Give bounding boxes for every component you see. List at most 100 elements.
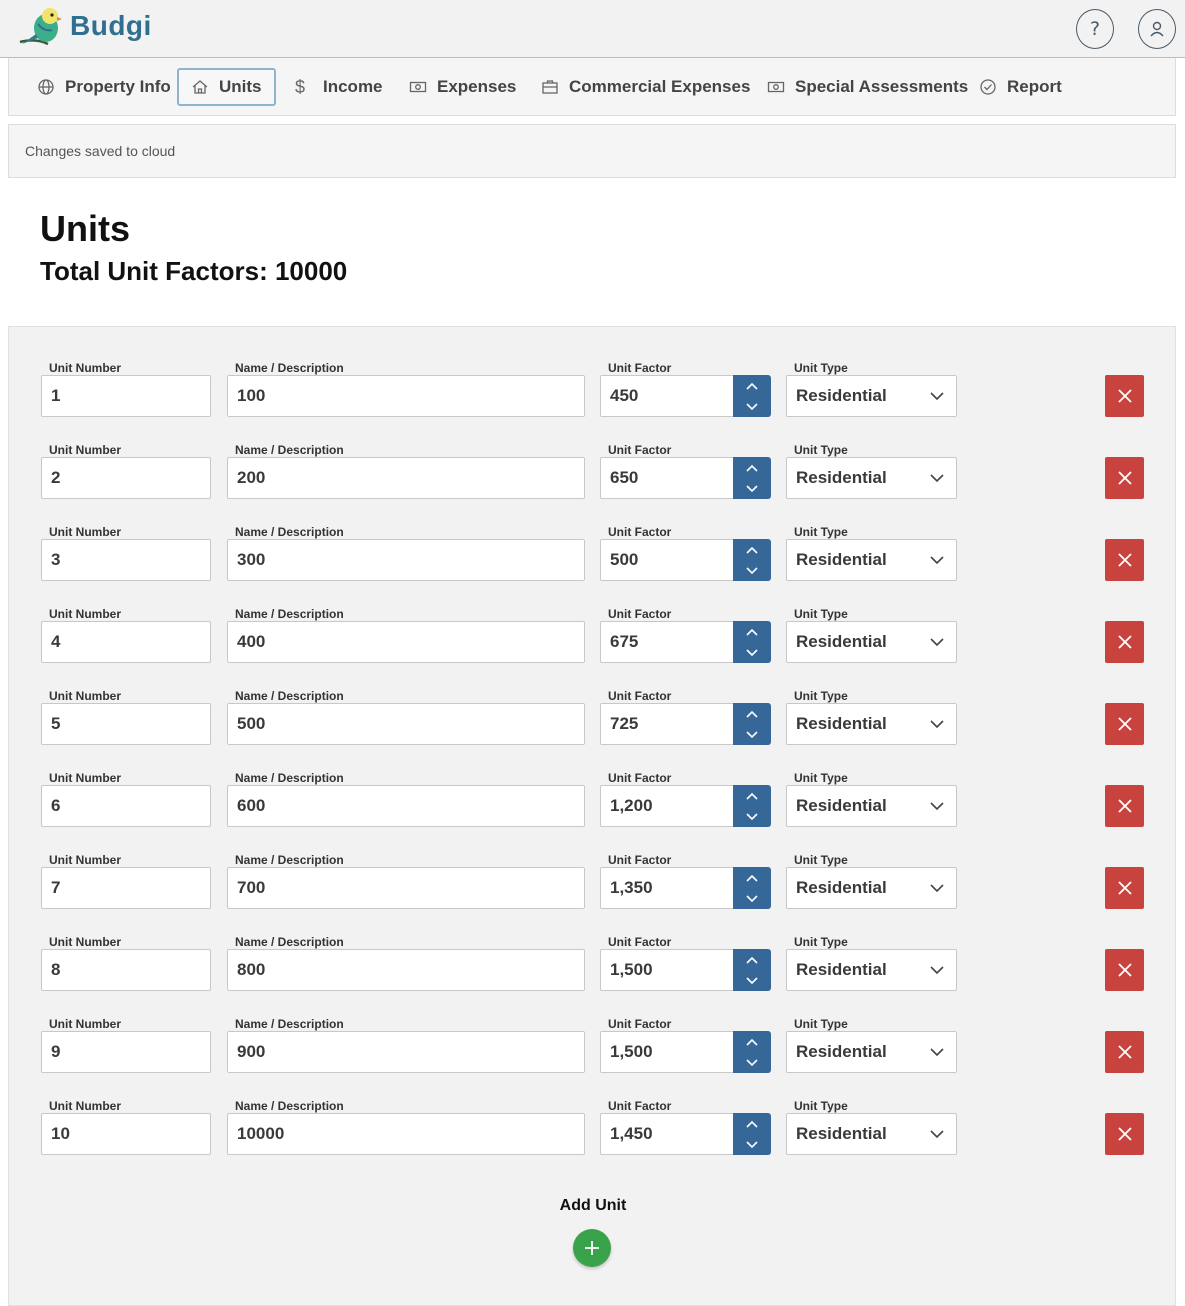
unit-factor-label: Unit Factor: [608, 853, 672, 867]
unit-factor-input[interactable]: 1,450: [600, 1113, 734, 1155]
delete-unit-button[interactable]: [1105, 457, 1144, 499]
increment-button[interactable]: [733, 868, 771, 888]
decrement-button[interactable]: [733, 889, 771, 909]
increment-button[interactable]: [733, 1114, 771, 1134]
unit-number-label: Unit Number: [49, 771, 121, 785]
decrement-button[interactable]: [733, 643, 771, 663]
increment-button[interactable]: [733, 540, 771, 560]
name-description-input[interactable]: 700: [227, 867, 585, 909]
decrement-button[interactable]: [733, 1053, 771, 1073]
unit-number-value: 7: [51, 878, 61, 897]
decrement-button[interactable]: [733, 1135, 771, 1155]
increment-button[interactable]: [733, 458, 771, 478]
unit-factor-input[interactable]: 1,350: [600, 867, 734, 909]
delete-unit-button[interactable]: [1105, 703, 1144, 745]
unit-type-select[interactable]: Residential: [786, 621, 957, 663]
delete-unit-button[interactable]: [1105, 375, 1144, 417]
unit-number-input[interactable]: 4: [41, 621, 211, 663]
unit-number-value: 3: [51, 550, 61, 569]
unit-factor-input[interactable]: 1,500: [600, 1031, 734, 1073]
name-description-input[interactable]: 600: [227, 785, 585, 827]
name-description-value: 10000: [237, 1124, 285, 1143]
unit-type-select[interactable]: Residential: [786, 457, 957, 499]
unit-type-select[interactable]: Residential: [786, 1031, 957, 1073]
unit-number-input[interactable]: 8: [41, 949, 211, 991]
tab-units[interactable]: Units: [177, 68, 276, 106]
tab-property-info[interactable]: Property Info: [23, 68, 185, 106]
help-button[interactable]: ?: [1076, 9, 1114, 49]
delete-unit-button[interactable]: [1105, 867, 1144, 909]
tab-income[interactable]: $ Income: [281, 68, 397, 106]
unit-factor-input[interactable]: 450: [600, 375, 734, 417]
name-description-input[interactable]: 800: [227, 949, 585, 991]
increment-button[interactable]: [733, 704, 771, 724]
tab-expenses[interactable]: Expenses: [395, 68, 530, 106]
decrement-button[interactable]: [733, 561, 771, 581]
name-description-input[interactable]: 10000: [227, 1113, 585, 1155]
unit-type-select[interactable]: Residential: [786, 949, 957, 991]
name-description-input[interactable]: 300: [227, 539, 585, 581]
delete-unit-button[interactable]: [1105, 621, 1144, 663]
increment-button[interactable]: [733, 950, 771, 970]
unit-factor-input[interactable]: 650: [600, 457, 734, 499]
unit-number-input[interactable]: 5: [41, 703, 211, 745]
unit-number-input[interactable]: 9: [41, 1031, 211, 1073]
save-status: Changes saved to cloud: [8, 124, 1176, 178]
unit-number-input[interactable]: 6: [41, 785, 211, 827]
delete-unit-button[interactable]: [1105, 1113, 1144, 1155]
unit-factor-value: 1,450: [610, 1124, 653, 1143]
tab-commercial-expenses[interactable]: Commercial Expenses: [527, 68, 764, 106]
decrement-button[interactable]: [733, 397, 771, 417]
unit-row: Unit Number Name / Description Unit Factor…: [9, 853, 1177, 935]
question-icon: ?: [1089, 18, 1101, 40]
unit-factor-input[interactable]: 675: [600, 621, 734, 663]
unit-factor-value: 1,500: [610, 960, 653, 979]
name-description-input[interactable]: 100: [227, 375, 585, 417]
increment-button[interactable]: [733, 786, 771, 806]
unit-type-select[interactable]: Residential: [786, 539, 957, 581]
name-description-input[interactable]: 400: [227, 621, 585, 663]
delete-unit-button[interactable]: [1105, 949, 1144, 991]
increment-button[interactable]: [733, 376, 771, 396]
decrement-button[interactable]: [733, 971, 771, 991]
name-description-input[interactable]: 200: [227, 457, 585, 499]
logo[interactable]: Budgi: [18, 4, 152, 48]
add-unit-button[interactable]: [573, 1229, 611, 1267]
unit-factor-input[interactable]: 500: [600, 539, 734, 581]
decrement-button[interactable]: [733, 479, 771, 499]
unit-type-select[interactable]: Residential: [786, 867, 957, 909]
unit-type-select[interactable]: Residential: [786, 1113, 957, 1155]
chevron-down-icon: [930, 1129, 944, 1138]
unit-number-input[interactable]: 3: [41, 539, 211, 581]
unit-type-select[interactable]: Residential: [786, 375, 957, 417]
unit-number-input[interactable]: 2: [41, 457, 211, 499]
chevron-down-icon: [930, 801, 944, 810]
unit-factor-input[interactable]: 725: [600, 703, 734, 745]
unit-number-label: Unit Number: [49, 935, 121, 949]
increment-button[interactable]: [733, 1032, 771, 1052]
close-icon: [1117, 881, 1132, 895]
user-account-button[interactable]: [1138, 9, 1176, 49]
unit-number-input[interactable]: 7: [41, 867, 211, 909]
increment-button[interactable]: [733, 622, 771, 642]
decrement-button[interactable]: [733, 725, 771, 745]
delete-unit-button[interactable]: [1105, 539, 1144, 581]
delete-unit-button[interactable]: [1105, 1031, 1144, 1073]
tab-special-assessments[interactable]: Special Assessments: [753, 68, 982, 106]
name-description-label: Name / Description: [235, 853, 344, 867]
name-description-input[interactable]: 900: [227, 1031, 585, 1073]
unit-number-value: 9: [51, 1042, 61, 1061]
unit-type-select[interactable]: Residential: [786, 703, 957, 745]
unit-factor-input[interactable]: 1,500: [600, 949, 734, 991]
delete-unit-button[interactable]: [1105, 785, 1144, 827]
decrement-button[interactable]: [733, 807, 771, 827]
unit-number-input[interactable]: 10: [41, 1113, 211, 1155]
tab-report[interactable]: Report: [965, 68, 1076, 106]
tab-label: Report: [1007, 77, 1062, 96]
unit-number-input[interactable]: 1: [41, 375, 211, 417]
unit-factor-value: 1,500: [610, 1042, 653, 1061]
unit-type-select[interactable]: Residential: [786, 785, 957, 827]
unit-factor-value: 500: [610, 550, 639, 569]
unit-factor-input[interactable]: 1,200: [600, 785, 734, 827]
name-description-input[interactable]: 500: [227, 703, 585, 745]
